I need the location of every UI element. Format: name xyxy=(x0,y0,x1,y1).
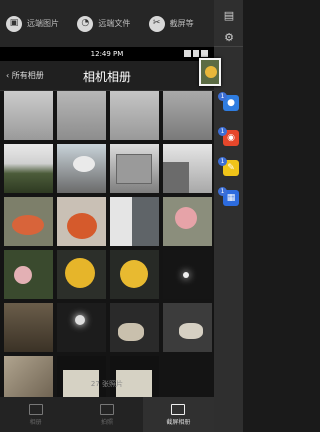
photo-thumbnail[interactable] xyxy=(110,144,159,193)
tools-icon: ✂ xyxy=(148,15,165,32)
bottom-tab-bar: 相册 拍照 截屏相册 xyxy=(0,397,214,432)
toolbar-label: 远端文件 xyxy=(98,19,131,28)
album-icon xyxy=(171,403,186,415)
photo-thumbnail[interactable] xyxy=(4,250,53,299)
signal-icon xyxy=(184,50,209,57)
camera-icon xyxy=(99,403,114,415)
floating-preview-thumbnail[interactable] xyxy=(199,58,221,86)
photo-thumbnail[interactable] xyxy=(57,91,106,140)
menu-icon[interactable]: ▤ xyxy=(220,6,238,24)
toolbar-label: 截屏等 xyxy=(169,19,194,28)
photo-thumbnail[interactable] xyxy=(57,250,106,299)
tab-label: 相册 xyxy=(29,418,42,426)
photo-grid xyxy=(4,91,212,405)
nav-bar: ‹ 所有相册 相机相册 选 xyxy=(0,61,214,91)
photo-thumbnail[interactable] xyxy=(57,144,106,193)
tab-label: 截屏相册 xyxy=(166,418,191,426)
notification-badge: 1 xyxy=(218,92,227,101)
photo-thumbnail[interactable] xyxy=(110,250,159,299)
status-time: 12:49 PM xyxy=(90,50,124,58)
toolbar-item-screenshot[interactable]: ✂ 截屏等 xyxy=(143,0,214,47)
photo-thumbnail[interactable] xyxy=(4,197,53,246)
photo-thumbnail[interactable] xyxy=(4,144,53,193)
photo-thumbnail[interactable] xyxy=(110,303,159,352)
toolbar-label: 远端图片 xyxy=(27,19,59,28)
toolbar-item-remote-files[interactable]: ◔ 远端文件 xyxy=(71,0,142,47)
photo-icon xyxy=(28,403,43,415)
clock-icon: ◔ xyxy=(77,15,94,32)
photo-thumbnail[interactable] xyxy=(163,144,212,193)
tab-camera[interactable]: 拍照 xyxy=(71,397,142,432)
tab-albums[interactable]: 相册 xyxy=(0,397,71,432)
photo-thumbnail[interactable] xyxy=(163,250,212,299)
photo-count: 27 张照片 xyxy=(90,380,124,388)
photo-thumbnail[interactable] xyxy=(110,197,159,246)
screen: { "toolbar": { "items": [ {"label": "远端图… xyxy=(0,0,243,432)
tab-screenshot-album[interactable]: 截屏相册 xyxy=(142,397,214,432)
phone-screen: 12:49 PM ‹ 所有相册 相机相册 选 xyxy=(0,47,214,432)
status-bar: 12:49 PM xyxy=(0,47,214,61)
photo-thumbnail[interactable] xyxy=(110,91,159,140)
notification-badge: 1 xyxy=(218,127,227,136)
photo-thumbnail[interactable] xyxy=(4,303,53,352)
photo-thumbnail[interactable] xyxy=(4,91,53,140)
top-toolbar: ▣ 远端图片 ◔ 远端文件 ✂ 截屏等 xyxy=(0,0,214,47)
photo-thumbnail[interactable] xyxy=(163,197,212,246)
photo-thumbnail[interactable] xyxy=(163,91,212,140)
photo-thumbnail[interactable] xyxy=(57,303,106,352)
toolbar-item-remote-images[interactable]: ▣ 远端图片 xyxy=(0,0,71,47)
image-icon: ▣ xyxy=(6,15,22,32)
page-title: 相机相册 xyxy=(82,70,131,84)
flower-shape xyxy=(205,66,217,78)
photo-thumbnail[interactable] xyxy=(57,197,106,246)
tab-label: 拍照 xyxy=(100,418,113,426)
notification-badge: 1 xyxy=(218,157,227,166)
rail-divider xyxy=(214,46,243,47)
photo-thumbnail[interactable] xyxy=(163,303,212,352)
settings-icon[interactable]: ⚙ xyxy=(220,28,238,46)
notification-badge: 1 xyxy=(218,187,227,196)
